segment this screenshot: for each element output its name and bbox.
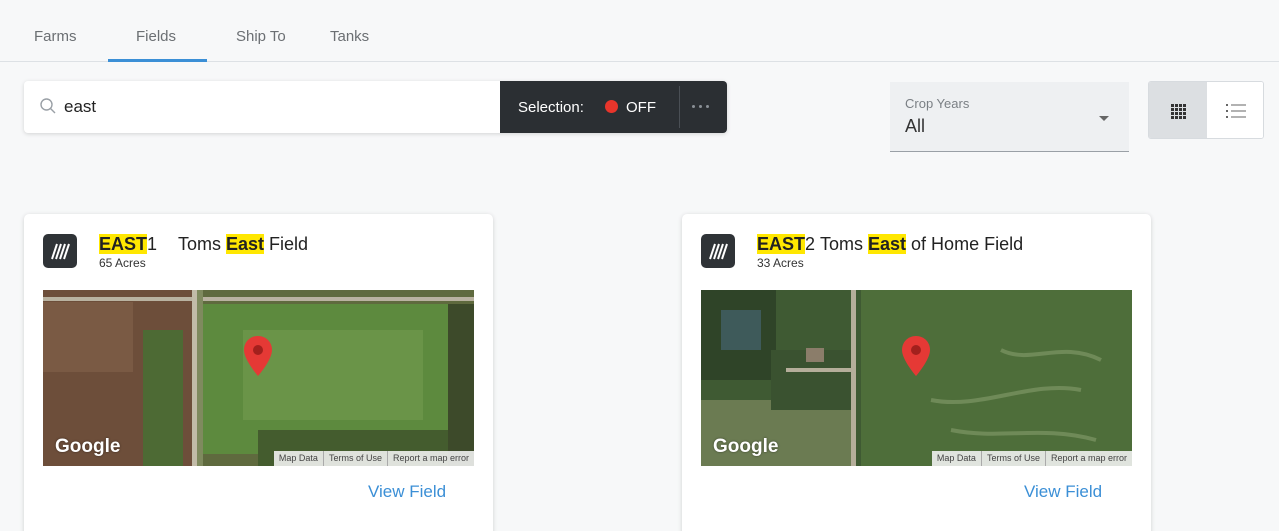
field-name: Toms East Field	[178, 234, 309, 254]
selection-toggle[interactable]: Selection: OFF	[500, 81, 727, 133]
selection-state: OFF	[626, 99, 656, 116]
view-field-link[interactable]: View Field	[1024, 482, 1102, 502]
terms-of-use-link[interactable]: Terms of Use	[980, 451, 1045, 466]
view-field-link[interactable]: View Field	[368, 482, 446, 502]
tab-farms[interactable]: Farms	[34, 28, 77, 45]
selection-label: Selection:	[518, 99, 584, 116]
map-attribution: Map Data Terms of Use Report a map error	[273, 451, 474, 466]
map-attribution: Map Data Terms of Use Report a map error	[931, 451, 1132, 466]
crop-years-select[interactable]: Crop Years All	[890, 82, 1129, 152]
tab-fields[interactable]: Fields	[136, 28, 176, 45]
list-view-button[interactable]	[1207, 82, 1263, 138]
more-options-button[interactable]	[684, 91, 720, 123]
map-data-link[interactable]: Map Data	[932, 451, 981, 466]
report-map-error-link[interactable]: Report a map error	[386, 451, 474, 466]
google-logo: Google	[55, 436, 121, 457]
map-pin-icon	[244, 336, 272, 376]
dropdown-arrow-icon	[1099, 116, 1109, 121]
field-id: EAST1	[99, 234, 158, 254]
active-tab-indicator	[108, 59, 207, 62]
field-acres: 33 Acres	[757, 256, 804, 270]
tab-bar: Farms Fields Ship To Tanks	[0, 0, 1279, 62]
google-logo: Google	[713, 436, 779, 457]
field-card[interactable]: EAST2 33 Acres Toms East of Home Field G…	[682, 214, 1151, 531]
tab-ship-to[interactable]: Ship To	[236, 28, 286, 45]
crop-years-label: Crop Years	[905, 96, 970, 111]
field-map[interactable]: Google Map Data Terms of Use Report a ma…	[701, 290, 1132, 466]
search-bar: Selection: OFF	[24, 81, 727, 133]
field-name: Toms East of Home Field	[820, 234, 1024, 254]
field-acres: 65 Acres	[99, 256, 146, 270]
selection-status-dot	[605, 100, 618, 113]
map-data-link[interactable]: Map Data	[274, 451, 323, 466]
field-map[interactable]: Google Map Data Terms of Use Report a ma…	[43, 290, 474, 466]
divider	[679, 86, 680, 128]
grid-icon	[1171, 104, 1186, 119]
field-id: EAST2	[757, 234, 816, 254]
grid-view-button[interactable]	[1149, 82, 1207, 138]
map-pin-icon	[902, 336, 930, 376]
list-icon	[1226, 104, 1246, 118]
report-map-error-link[interactable]: Report a map error	[1044, 451, 1132, 466]
field-card[interactable]: EAST1 65 Acres Toms East Field Google Ma…	[24, 214, 493, 531]
field-icon	[701, 234, 735, 268]
field-icon	[43, 234, 77, 268]
crop-years-value: All	[905, 116, 926, 136]
search-input[interactable]	[64, 91, 504, 123]
search-icon	[40, 98, 56, 114]
view-toggle	[1148, 81, 1264, 139]
tab-tanks[interactable]: Tanks	[330, 28, 369, 45]
terms-of-use-link[interactable]: Terms of Use	[322, 451, 387, 466]
